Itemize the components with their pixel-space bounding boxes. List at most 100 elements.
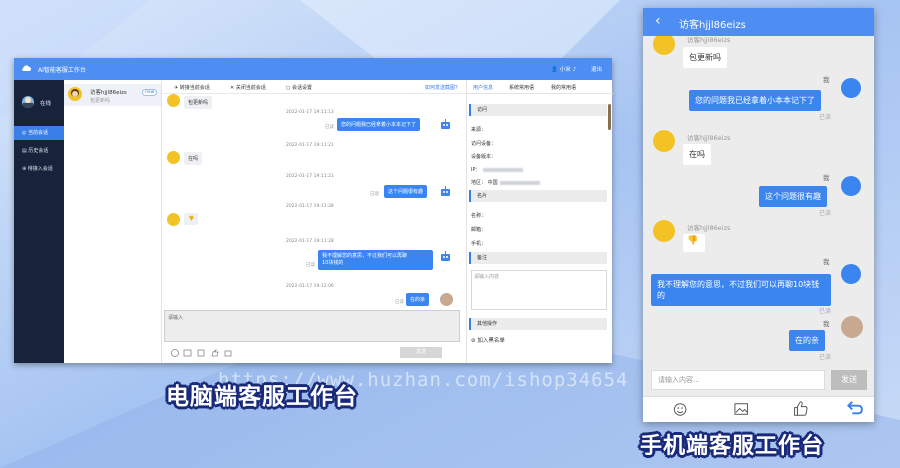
field-email: 邮箱：	[471, 227, 487, 233]
emoji-icon[interactable]	[171, 349, 179, 357]
transfer-button[interactable]: ✈ 转接当前会话	[174, 84, 210, 91]
conversation-item[interactable]: 访客hjjl86eizs 包更新吗 new	[64, 84, 161, 106]
conversation-list: 访客hjjl86eizs 包更新吗 new	[64, 80, 162, 363]
undo-icon[interactable]	[847, 401, 863, 415]
robot-icon	[441, 186, 450, 196]
screenshot-help-link[interactable]: 如何发送截图？	[425, 84, 460, 91]
close-session-button[interactable]: ✕ 关闭当前会话	[230, 84, 266, 91]
field-device: 访问设备：	[471, 141, 497, 147]
tab-system-phrases[interactable]: 系统常用语	[509, 84, 534, 91]
note-textarea[interactable]: 请输入内容	[471, 270, 607, 310]
sidebar-item-current[interactable]: ◎ 当前会话	[14, 126, 64, 140]
info-tabs: 用户信息 系统常用语 我的常用语	[467, 80, 613, 94]
app-title: AI智能客服工作台	[38, 67, 86, 74]
message-bubble: 包更新吗	[683, 47, 727, 68]
message-bubble: 包更新吗	[184, 96, 213, 109]
mobile-title: 访客hjjl86eizs	[679, 20, 746, 31]
read-status: 已读	[325, 125, 334, 130]
send-button[interactable]: 发送	[400, 347, 442, 358]
agent-avatar	[841, 316, 863, 338]
caption-pc: 电脑端客服工作台	[166, 384, 358, 410]
exit-button[interactable]: 退出	[591, 65, 602, 73]
user-menu[interactable]: 👤 小米 ♪	[551, 65, 576, 73]
status-label: 在线	[40, 101, 52, 107]
gift-icon[interactable]	[224, 350, 232, 357]
image-icon[interactable]	[183, 349, 192, 357]
like-icon[interactable]	[794, 401, 808, 416]
message-bubble: 在吗	[683, 144, 711, 165]
visitor-info-panel: 用户信息 系统常用语 我的常用语 访问 来源： 访问设备： 设备版本： IP： …	[466, 80, 613, 363]
mobile-message-input[interactable]: 请输入内容...	[651, 370, 825, 390]
visitor-avatar	[653, 220, 675, 242]
message-input[interactable]: 请输入	[164, 310, 460, 342]
conversation-name: 访客hjjl86eizs	[90, 90, 127, 96]
mobile-message-list[interactable]: 访客hjjl86eizs 包更新吗 我 您的问题我已经拿着小本本记下了 已读 访…	[643, 36, 874, 372]
field-version: 设备版本：	[471, 154, 497, 160]
new-badge: new	[142, 89, 158, 96]
robot-avatar-icon	[841, 78, 861, 98]
tab-my-phrases[interactable]: 我的常用语	[551, 84, 576, 91]
robot-icon	[441, 251, 450, 261]
message-bubble: 在的亲	[406, 293, 430, 306]
emoji-icon[interactable]	[673, 403, 687, 416]
visitor-avatar	[167, 213, 180, 226]
mobile-send-button[interactable]: 发送	[831, 370, 867, 390]
visitor-avatar	[653, 36, 675, 55]
visitor-avatar-image	[71, 89, 79, 97]
sidebar-item-label: 待接入会话	[27, 166, 53, 172]
transfer-label: 转接当前会话	[179, 85, 210, 91]
message-time: 2022-01-17 19:11:21	[286, 143, 334, 148]
sidebar-item-waiting[interactable]: ⊕ 待接入会话	[14, 162, 64, 176]
sender-me: 我	[823, 174, 830, 182]
visitor-name: 访客hjjl86eizs	[687, 224, 731, 232]
like-icon[interactable]	[211, 348, 219, 357]
section-visit: 访问	[469, 104, 607, 116]
field-region: 地区： 中国	[471, 179, 540, 186]
agent-status[interactable]: 在线	[14, 88, 64, 116]
chat-toolbar: ✈ 转接当前会话 ✕ 关闭当前会话 ○ 会话设置 如何发送截图？	[162, 80, 466, 94]
field-source: 来源：	[471, 127, 487, 133]
message-bubble: 这个问题很有趣	[384, 185, 428, 198]
session-settings-label: 会话设置	[291, 85, 312, 91]
read-status: 已读	[819, 210, 832, 217]
redacted-value	[499, 180, 540, 185]
message-time: 2022-01-17 19:11:13	[286, 110, 334, 115]
sender-me: 我	[823, 76, 830, 84]
cloud-logo-icon	[22, 65, 31, 71]
back-icon[interactable]: ‹	[655, 14, 661, 28]
message-bubble: 您的问题我已经拿着小本本记下了	[689, 90, 821, 111]
tab-user-info[interactable]: 用户信息	[473, 84, 493, 91]
field-phone: 手机：	[471, 241, 487, 247]
field-region-label: 地区： 中国	[471, 180, 498, 186]
blacklist-button[interactable]: ⊘ 加入黑名单	[471, 336, 505, 344]
sidebar: 在线 ◎ 当前会话 ▤ 历史会话 ⊕ 待接入会话	[14, 80, 64, 363]
desktop-workbench: AI智能客服工作台 👤 小米 ♪ 退出 在线 ◎ 当前会话 ▤ 历史会话 ⊕ 待…	[14, 58, 613, 363]
session-settings-button[interactable]: ○ 会话设置	[286, 84, 312, 91]
sidebar-item-history[interactable]: ▤ 历史会话	[14, 144, 64, 158]
desktop-topbar: AI智能客服工作台 👤 小米 ♪ 退出	[14, 58, 612, 80]
caption-mobile: 手机端客服工作台	[640, 434, 825, 459]
visitor-avatar	[68, 87, 82, 101]
file-icon[interactable]	[197, 349, 205, 357]
blacklist-label: 加入黑名单	[477, 338, 505, 344]
image-icon[interactable]	[734, 403, 748, 415]
message-bubble: 在的亲	[789, 330, 825, 351]
read-status: 已读	[819, 114, 832, 121]
mobile-toolbar	[643, 396, 874, 422]
close-session-label: 关闭当前会话	[235, 85, 266, 91]
sender-me: 我	[823, 320, 830, 328]
scrollbar[interactable]	[608, 104, 611, 130]
conversation-preview: 包更新吗	[90, 98, 111, 104]
section-card: 名片	[469, 190, 607, 202]
visitor-avatar	[167, 151, 180, 164]
user-name: 小米	[559, 67, 571, 73]
visitor-name: 访客hjjl86eizs	[687, 134, 731, 142]
field-ip-label: IP：	[471, 167, 481, 173]
agent-avatar-image	[23, 97, 33, 108]
message-list[interactable]: 包更新吗 2022-01-17 19:11:13 已读 您的问题我已经拿着小本本…	[162, 94, 466, 310]
message-line: 我不理解您的意思，不过我们可以再聊	[322, 253, 408, 259]
field-ip: IP：	[471, 166, 523, 173]
message-bubble: 这个问题很有趣	[759, 186, 827, 207]
visitor-avatar	[653, 130, 675, 152]
agent-avatar	[22, 96, 34, 108]
